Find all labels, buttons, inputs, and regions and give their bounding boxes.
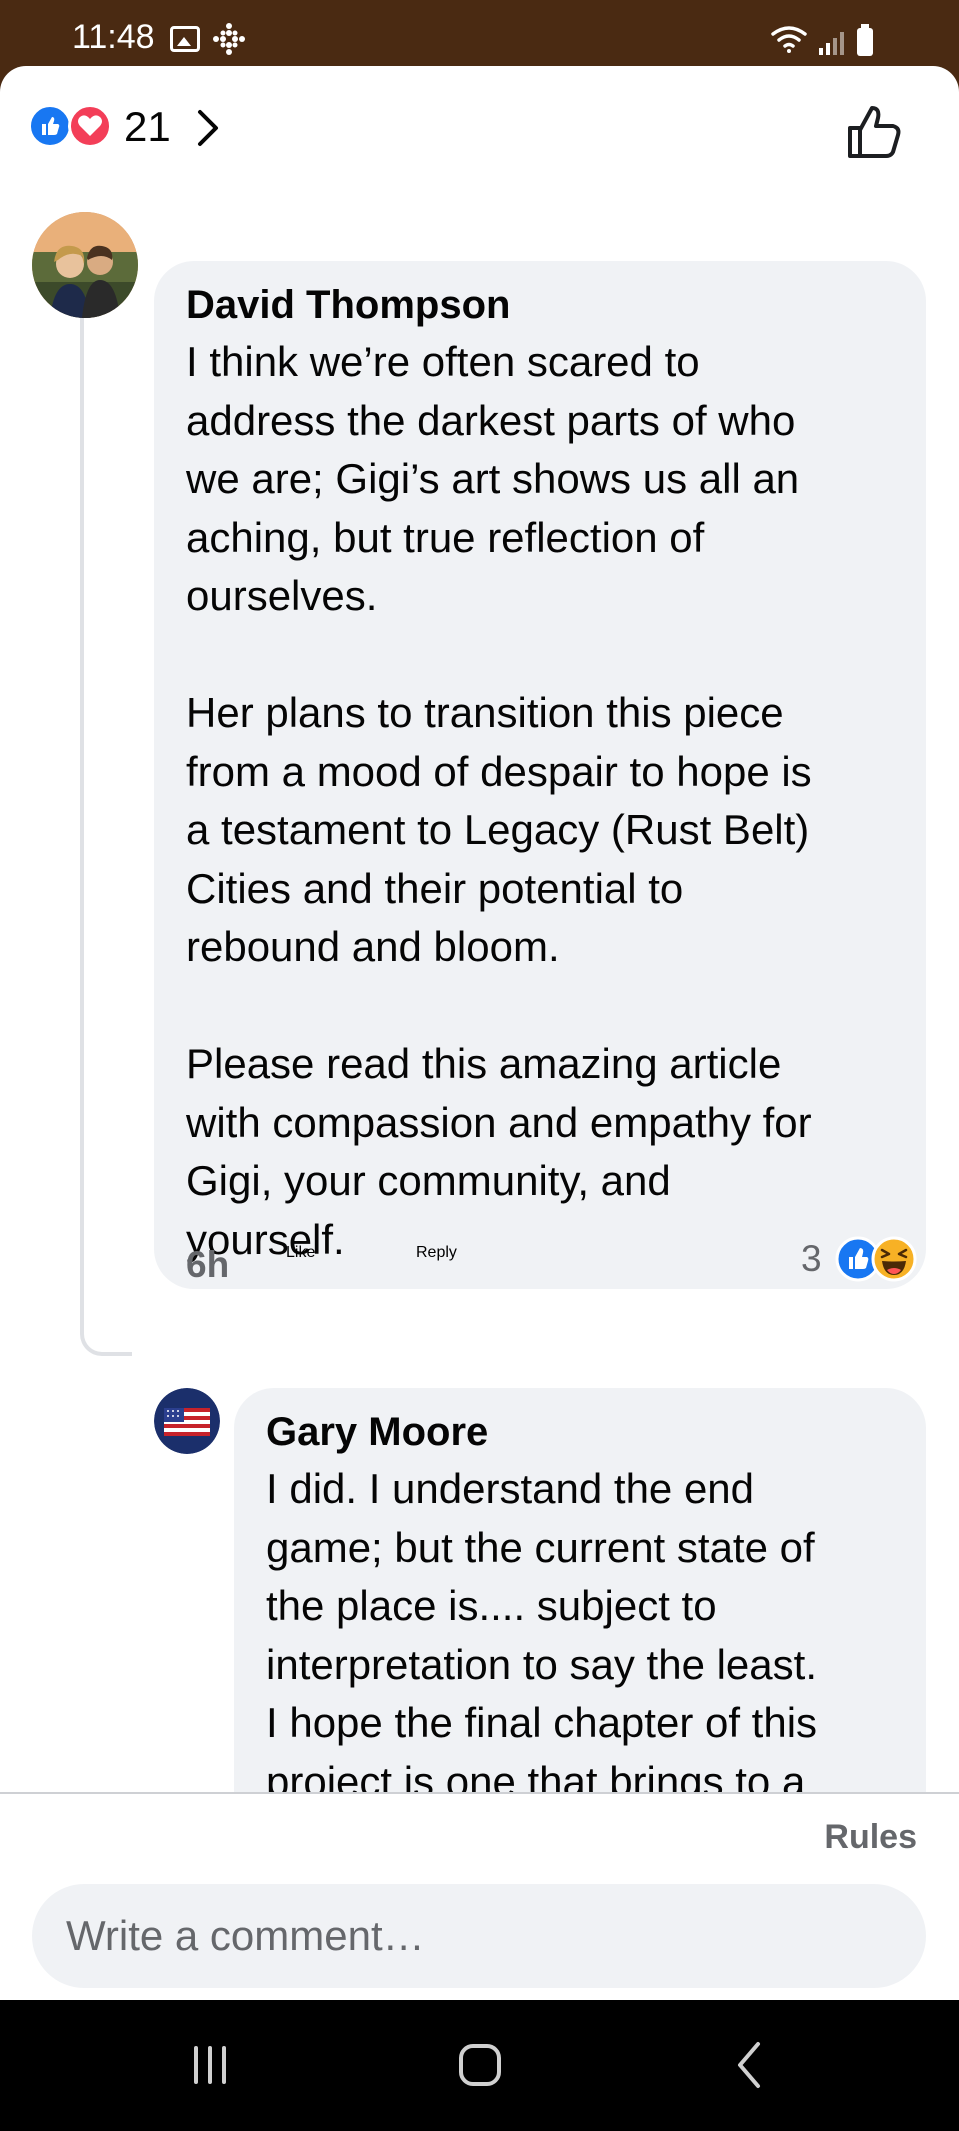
love-reaction-icon	[68, 104, 112, 148]
recent-apps-icon[interactable]	[170, 2030, 250, 2100]
dots-icon	[213, 23, 245, 55]
haha-reaction-icon	[871, 1236, 917, 1282]
reply-bubble: Gary Moore I did. I understand the end g…	[234, 1388, 926, 1792]
like-reaction-icon	[28, 104, 72, 148]
comment-composer: Rules	[0, 1792, 959, 2000]
comments-sheet: 21 David Thompson I think we’re often sc…	[0, 66, 959, 2000]
home-icon[interactable]	[440, 2030, 520, 2100]
thread-line	[80, 314, 132, 1356]
reply-text: I did. I understand the end game; but th…	[266, 1465, 818, 1792]
thumbs-up-icon[interactable]	[845, 102, 905, 162]
reaction-count: 21	[124, 103, 171, 150]
status-bar: 11:48	[0, 0, 959, 66]
comment-bubble: David Thompson I think we’re often scare…	[154, 261, 926, 1289]
navigation-bar	[0, 2000, 959, 2131]
wifi-icon	[771, 26, 807, 53]
status-time: 11:48	[72, 18, 155, 56]
signal-icon	[819, 32, 844, 55]
comments-list[interactable]: David Thompson I think we’re often scare…	[0, 196, 959, 1792]
comment-time: 6h	[186, 1244, 230, 1285]
like-button[interactable]: Like	[286, 1244, 315, 1262]
battery-icon	[857, 24, 873, 56]
back-icon[interactable]	[710, 2030, 790, 2100]
comment-reactions[interactable]: 3	[801, 1236, 931, 1282]
rules-link[interactable]: Rules	[824, 1818, 917, 1857]
avatar[interactable]	[154, 1388, 220, 1454]
avatar[interactable]	[32, 212, 138, 318]
image-icon	[170, 26, 200, 52]
reply-button[interactable]: Reply	[416, 1244, 457, 1262]
reply-author[interactable]: Gary Moore	[266, 1408, 894, 1456]
comment-text: I think we’re often scared to address th…	[186, 338, 812, 1263]
chevron-right-icon[interactable]	[188, 108, 228, 148]
comment-author[interactable]: David Thompson	[186, 281, 894, 329]
comment-input[interactable]	[32, 1884, 926, 1988]
comment-reaction-count: 3	[801, 1238, 822, 1279]
